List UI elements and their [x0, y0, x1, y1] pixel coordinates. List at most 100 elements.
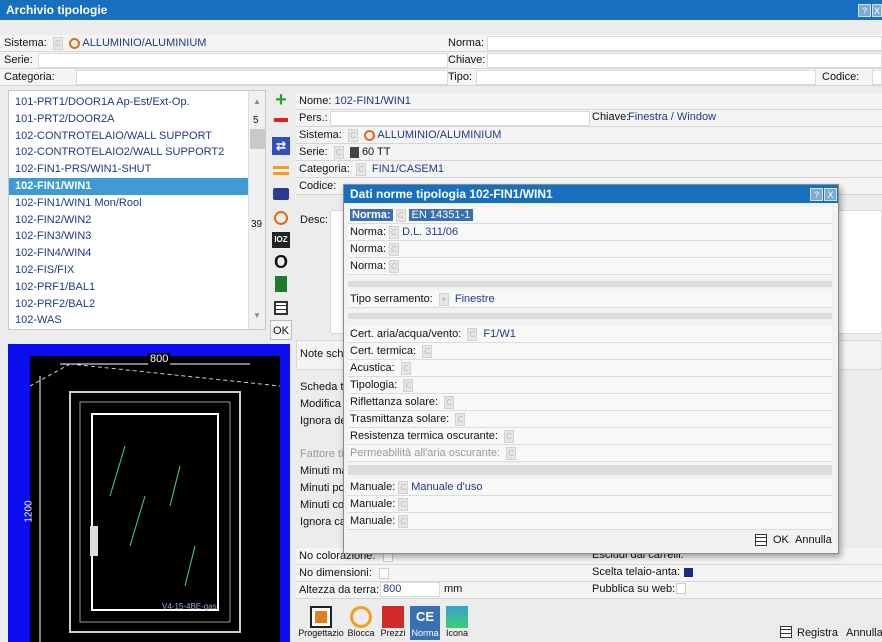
serie-detail-value[interactable]: 60 TT — [362, 146, 391, 158]
system-icon[interactable] — [270, 208, 292, 228]
lock-icon[interactable]: C — [395, 208, 406, 222]
help-button[interactable]: ? — [858, 4, 871, 17]
lock-icon[interactable]: C — [422, 344, 433, 358]
delete-icon[interactable] — [270, 110, 292, 130]
list-item[interactable]: 102-CONTROTELAIO/WALL SUPPORT — [9, 128, 265, 145]
ring-icon[interactable]: O — [270, 252, 292, 272]
height-dimension: 1200 — [23, 500, 35, 523]
detail-row-sistema: Sistema: C ALLUMINIO/ALUMINIUM — [296, 127, 882, 144]
sistema-detail-value[interactable]: ALLUMINIO/ALUMINIUM — [377, 129, 501, 141]
list-item[interactable]: 102-FIN3/WIN3 — [9, 228, 265, 245]
tipo-label: Tipo: — [448, 71, 473, 83]
riflettanza-row: Riflettanza solare: C — [348, 394, 832, 411]
list-lines-icon[interactable] — [270, 160, 292, 180]
codice-filter-input[interactable] — [872, 70, 882, 85]
lock-icon[interactable]: C — [347, 128, 358, 142]
dialog-ok-button[interactable]: OK — [773, 534, 789, 546]
lock-icon[interactable]: C — [398, 480, 409, 494]
list-item[interactable]: 102-FIN1/WIN1 Mon/Rool — [9, 195, 265, 212]
iq-icon[interactable]: IOZ — [270, 230, 292, 250]
norma-value[interactable]: D.L. 311/06 — [402, 226, 458, 238]
no-dimensioni-checkbox[interactable] — [378, 567, 389, 579]
manuale-label: Manuale: — [350, 498, 396, 510]
pubblica-label: Pubblica su web: — [592, 583, 676, 595]
norma-label: Norma: — [350, 209, 393, 221]
scroll-down-icon[interactable]: ▼ — [253, 311, 261, 320]
scelta-checkbox[interactable] — [684, 568, 693, 577]
tab-blocca[interactable]: Blocca — [346, 606, 376, 640]
chiave-filter-input[interactable] — [487, 53, 882, 68]
ok-button[interactable]: OK — [270, 320, 292, 340]
list-item[interactable]: 101-PRT1/DOOR1A Ap-Est/Ext-Op. — [9, 94, 265, 111]
list-item[interactable]: 102-FIN2/WIN2 — [9, 212, 265, 229]
tab-norma[interactable]: CE Norma — [410, 606, 440, 640]
lock-icon[interactable]: C — [504, 429, 515, 443]
lock-icon[interactable]: C — [400, 361, 411, 375]
lock-icon[interactable]: C — [455, 412, 466, 426]
norma-value[interactable]: EN 14351-1 — [408, 209, 474, 221]
manuale-row: Manuale: C Manuale d'uso — [348, 479, 832, 496]
serie-filter-input[interactable] — [38, 53, 448, 68]
lock-icon[interactable]: C — [467, 327, 478, 341]
tab-progettazione[interactable]: Progettazio — [298, 606, 344, 640]
lock-icon[interactable]: C — [389, 259, 400, 273]
manuale-value[interactable]: Manuale d'uso — [411, 481, 482, 493]
norma-row: Norma: C EN 14351-1 — [348, 207, 832, 224]
lock-icon[interactable]: C — [506, 446, 517, 460]
sistema-detail-label: Sistema: — [299, 129, 342, 141]
list-item[interactable]: 101-PRT2/DOOR2A — [9, 111, 265, 128]
lock-icon[interactable]: C — [355, 162, 366, 176]
list-item[interactable]: 102-FIS/FIX — [9, 262, 265, 279]
add-icon[interactable]: + — [270, 90, 292, 110]
door-icon[interactable] — [270, 274, 292, 294]
tab-icona[interactable]: Icona — [442, 606, 472, 640]
typology-list[interactable]: 101-PRT1/DOOR1A Ap-Est/Ext-Op. 101-PRT2/D… — [8, 90, 266, 330]
scroll-up-icon[interactable]: ▲ — [253, 97, 261, 106]
pubblica-checkbox[interactable] — [676, 583, 686, 594]
list-item[interactable]: 102-FIN1-PRS/WIN1-SHUT — [9, 161, 265, 178]
list-item[interactable]: 102-FIN4/WIN4 — [9, 245, 265, 262]
resistenza-label: Resistenza termica oscurante: — [350, 430, 498, 442]
list-item[interactable]: 102-FIN1/WIN1 — [9, 177, 265, 195]
list-item[interactable]: 102-WAS — [9, 312, 265, 329]
dialog-help-button[interactable]: ? — [810, 188, 823, 201]
tipo-serramento-value[interactable]: Finestre — [455, 293, 495, 305]
dialog-close-button[interactable]: X — [824, 188, 837, 201]
lock-icon[interactable]: C — [52, 36, 63, 50]
print-icon[interactable] — [270, 184, 292, 204]
scroll-thumb[interactable] — [250, 129, 265, 149]
list-item[interactable]: 102-PRF1/BAL1 — [9, 279, 265, 296]
list-item[interactable]: 102-PRF2/BAL2 — [9, 296, 265, 313]
tipo-filter-input[interactable] — [476, 70, 816, 85]
lock-icon[interactable]: C — [403, 378, 414, 392]
altezza-input[interactable]: 800 — [380, 582, 440, 597]
sistema-value[interactable]: ALLUMINIO/ALUMINIUM — [82, 37, 206, 49]
width-dimension: 800 — [148, 353, 171, 365]
tab-prezzi[interactable]: Prezzi — [378, 606, 408, 640]
lock-icon[interactable]: C — [389, 242, 400, 256]
lock-icon[interactable]: C — [389, 225, 400, 239]
dropdown-icon[interactable]: ▾ — [438, 292, 449, 306]
list-scrollbar[interactable]: ▲ 5 39 ▼ — [248, 91, 265, 329]
registra-button[interactable]: Registra — [797, 627, 838, 639]
cert-aria-value[interactable]: F1/W1 — [483, 328, 515, 340]
grid-icon[interactable] — [270, 298, 292, 318]
chiave-detail-label: Chiave: — [592, 111, 630, 123]
lock-icon[interactable]: C — [444, 395, 455, 409]
swap-icon[interactable]: ⇄ — [270, 136, 292, 156]
codice-detail-label: Codice: — [299, 180, 337, 192]
chiave-detail-value[interactable]: Finestra / Window — [628, 111, 716, 123]
norma-filter-input[interactable] — [487, 36, 882, 51]
lock-icon[interactable]: C — [333, 145, 344, 159]
annulla-button[interactable]: Annulla — [846, 627, 882, 639]
lock-icon[interactable]: C — [398, 497, 409, 511]
categoria-detail-value[interactable]: FIN1/CASEM1 — [372, 163, 444, 175]
tipologia-label: Tipologia: — [350, 379, 398, 391]
lock-icon[interactable]: C — [398, 514, 409, 528]
close-button[interactable]: X — [872, 4, 882, 17]
list-item[interactable]: 102-CONTROTELAIO2/WALL SUPPORT2 — [9, 144, 265, 161]
pers-input[interactable] — [330, 111, 590, 126]
nome-value[interactable]: 102-FIN1/WIN1 — [334, 95, 410, 107]
categoria-filter-input[interactable] — [76, 70, 448, 85]
dialog-annulla-button[interactable]: Annulla — [795, 534, 832, 546]
